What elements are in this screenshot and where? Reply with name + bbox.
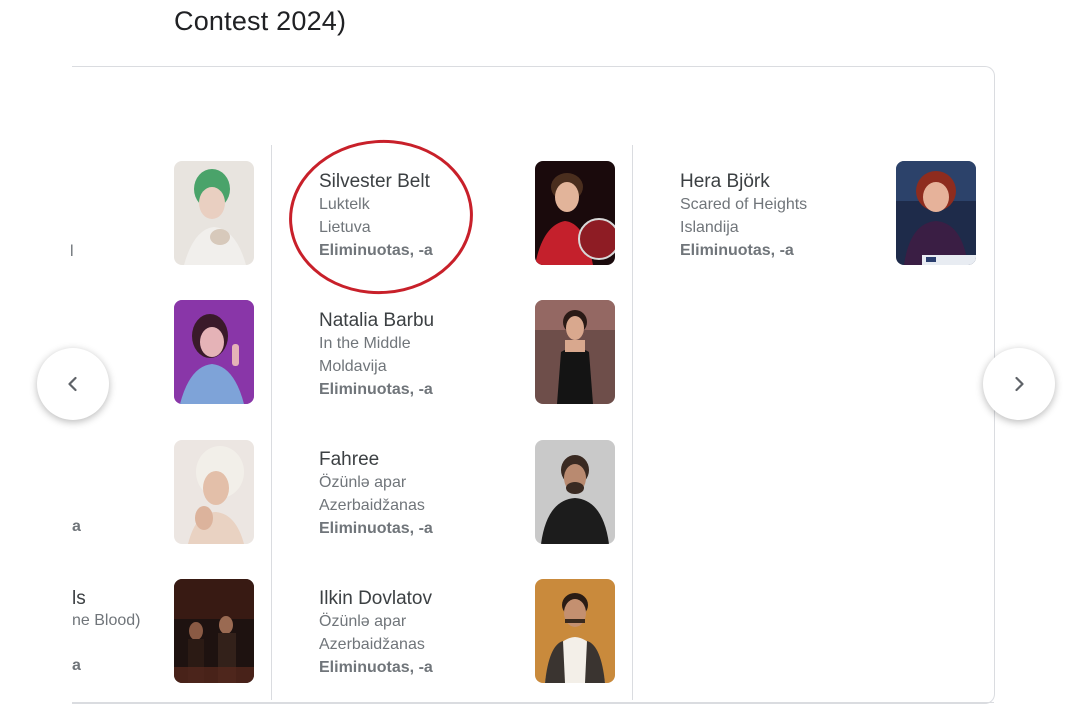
- country: Moldavija: [319, 358, 387, 375]
- contestant-card[interactable]: Natalia Barbu In the Middle Moldavija El…: [319, 309, 434, 401]
- artist-photo[interactable]: [535, 300, 615, 404]
- artist-photo-purple: [174, 300, 254, 404]
- page-title: Contest 2024): [174, 6, 347, 36]
- artist-photo[interactable]: [535, 440, 615, 544]
- artist-photo[interactable]: [174, 579, 254, 683]
- panel-bottom-border: [72, 702, 994, 703]
- contestant-card[interactable]: Ilkin Dovlatov Özünlə apar Azerbaidžanas…: [319, 587, 433, 679]
- column-divider: [632, 145, 633, 700]
- cut-off-status: a: [72, 518, 81, 535]
- status: Eliminuotas, -a: [319, 659, 433, 676]
- artist-name: Fahree: [319, 449, 380, 470]
- column-divider: [271, 145, 272, 700]
- artist-photo-fahree: [535, 440, 615, 544]
- status: Eliminuotas, -a: [680, 242, 794, 259]
- chevron-right-icon: [1015, 376, 1024, 392]
- country: Azerbaidžanas: [319, 497, 425, 514]
- artist-photo[interactable]: [535, 161, 615, 265]
- contestant-card[interactable]: Fahree Özünlə apar Azerbaidžanas Eliminu…: [319, 448, 433, 540]
- artist-name: Hera Björk: [680, 171, 770, 192]
- artist-photo-green-hair: [174, 161, 254, 265]
- status: Eliminuotas, -a: [319, 381, 433, 398]
- carousel-next-button[interactable]: [983, 348, 1055, 420]
- artist-photo-natalia-barbu: [535, 300, 615, 404]
- cut-off-text: l: [70, 243, 74, 260]
- song-title: Özünlə apar: [319, 474, 407, 491]
- song-title: Scared of Heights: [680, 196, 808, 213]
- page: Contest 2024) l a ls ne Blood) a Silvest…: [0, 0, 1080, 720]
- artist-photo-ilkin-dovlatov: [535, 579, 615, 683]
- contestant-card[interactable]: Hera Björk Scared of Heights Islandija E…: [680, 170, 807, 262]
- cut-off-status: a: [72, 657, 81, 674]
- artist-photo-hera-bjork: [896, 161, 976, 265]
- artist-photo-silvester-belt: [535, 161, 615, 265]
- artist-name: Natalia Barbu: [319, 310, 435, 331]
- artist-photo[interactable]: [896, 161, 976, 265]
- artist-photo-band-stage: [174, 579, 254, 683]
- carousel-prev-button[interactable]: [37, 348, 109, 420]
- artist-photo-platinum: [174, 440, 254, 544]
- country: Azerbaidžanas: [319, 636, 425, 653]
- cut-off-song: ne Blood): [72, 612, 141, 629]
- country: Islandija: [680, 219, 739, 236]
- artist-photo[interactable]: [174, 300, 254, 404]
- artist-photo[interactable]: [174, 440, 254, 544]
- cut-off-name: ls: [72, 588, 86, 609]
- status: Eliminuotas, -a: [319, 520, 433, 537]
- artist-photo[interactable]: [174, 161, 254, 265]
- artist-name: Ilkin Dovlatov: [319, 588, 432, 609]
- song-title: Özünlə apar: [319, 613, 407, 630]
- artist-photo[interactable]: [535, 579, 615, 683]
- chevron-left-icon: [68, 376, 77, 392]
- song-title: In the Middle: [319, 335, 411, 352]
